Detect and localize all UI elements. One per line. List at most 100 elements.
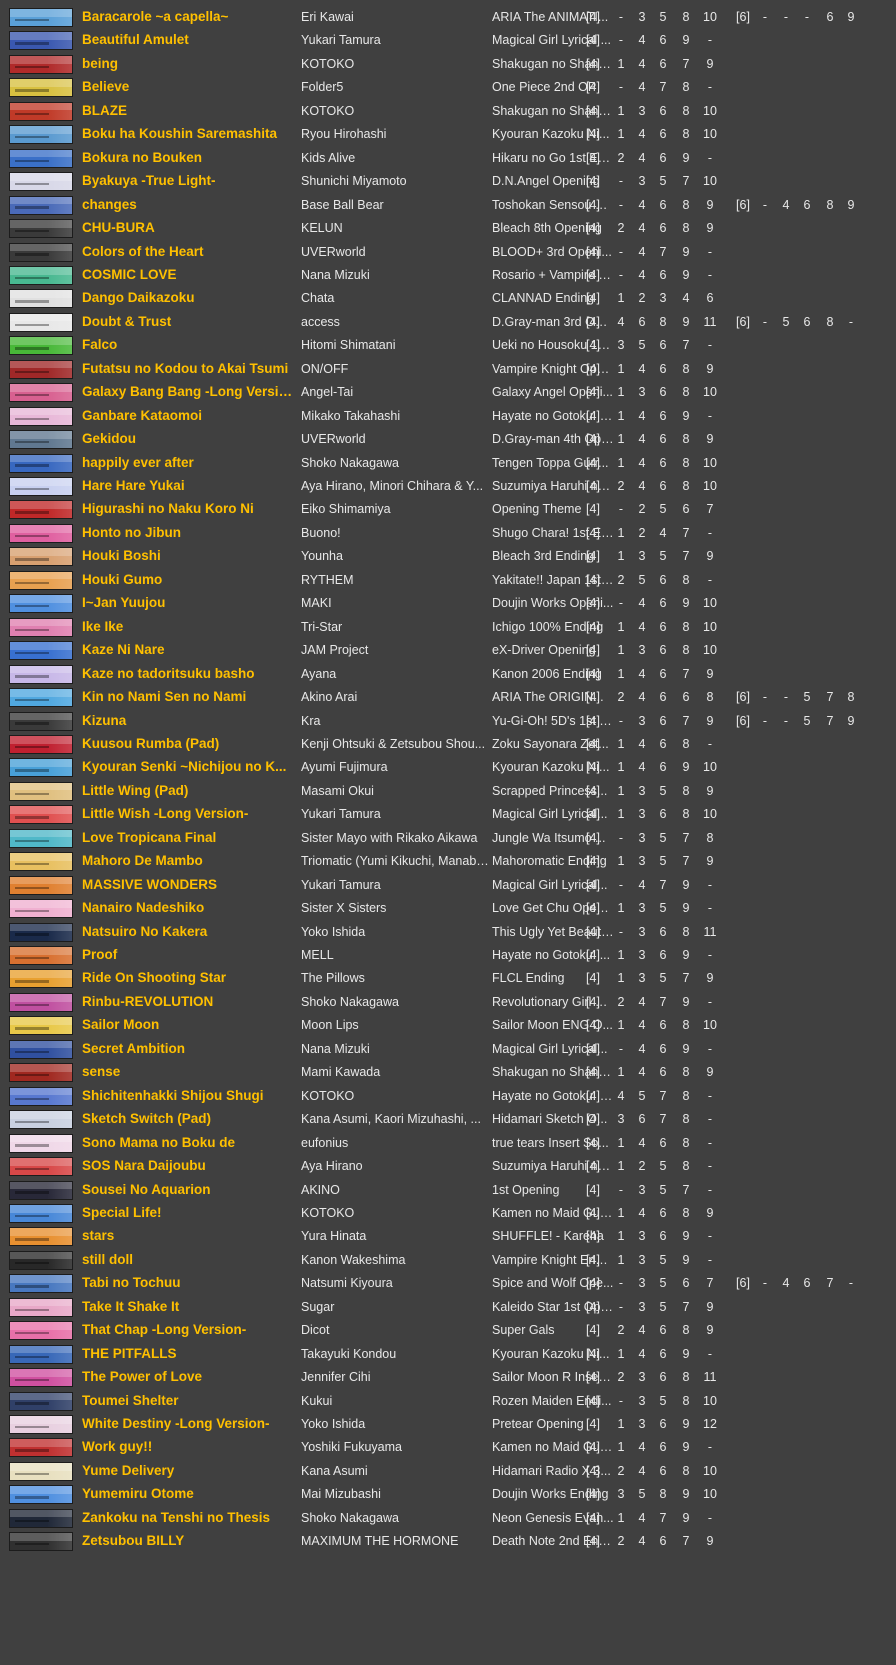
song-row[interactable]: Falco Hitomi Shimatani Ueki no Housoku 1st…: [0, 333, 896, 358]
song-title: Houki Boshi: [82, 548, 161, 564]
difficulty-level-4key: 7: [682, 549, 690, 564]
mode-4-label: [4]: [586, 1510, 600, 1525]
song-row[interactable]: Hare Hare Yukai Aya Hirano, Minori Chihar…: [0, 474, 896, 499]
song-row[interactable]: Kuusou Rumba (Pad) Kenji Ohtsuki & Zetsub…: [0, 732, 896, 757]
song-row[interactable]: changes Base Ball Bear Toshokan Sensou O..…: [0, 193, 896, 218]
song-banner: [9, 477, 73, 496]
difficulty-level-4key: 9: [682, 760, 690, 775]
song-artist: Mai Mizubashi: [301, 1487, 381, 1502]
song-row[interactable]: happily ever after Shoko Nakagawa Tengen T…: [0, 451, 896, 476]
song-row[interactable]: Futatsu no Kodou to Akai Tsumi ON/OFF Vamp…: [0, 357, 896, 382]
song-row[interactable]: stars Yura Hinata SHUFFLE! - Kareha [4] 1 3 6 9…: [0, 1224, 896, 1249]
song-row[interactable]: BLAZE KOTOKO Shakugan no Shana ... [4] 1 3 6 8 1…: [0, 99, 896, 124]
song-row[interactable]: MASSIVE WONDERS Yukari Tamura Magical Girl…: [0, 873, 896, 898]
song-artist: Yoko Ishida: [301, 924, 366, 939]
song-banner: [9, 242, 73, 262]
song-title: Yume Delivery: [82, 1462, 175, 1478]
song-row[interactable]: sense Mami Kawada Shakugan no Shana ... [4]…: [0, 1060, 896, 1085]
song-banner: [9, 1297, 73, 1317]
difficulty-level-4key: 8: [706, 690, 714, 705]
mode-4-label: [4]: [586, 314, 600, 329]
difficulty-level-4key: 5: [659, 783, 667, 798]
song-row[interactable]: I~Jan Yuujou MAKI Doujin Works Openi... [4]…: [0, 591, 896, 616]
song-banner: [9, 688, 73, 708]
song-row[interactable]: Sousei No Aquarion AKINO 1st Opening [4] -3 5…: [0, 1178, 896, 1203]
song-row[interactable]: Kin no Nami Sen no Nami Akino Arai ARIA Th…: [0, 685, 896, 710]
song-row[interactable]: Sono Mama no Boku de eufonius true tears I…: [0, 1131, 896, 1156]
song-row[interactable]: Yume Delivery Kana Asumi Hidamari Radio X …: [0, 1459, 896, 1484]
song-row[interactable]: Proof MELL Hayate no Gotoku! ... [4] 1 3 6 9-: [0, 943, 896, 968]
song-row[interactable]: Higurashi no Naku Koro Ni Eiko Shimamiya O…: [0, 497, 896, 522]
song-row[interactable]: Sketch Switch (Pad) Kana Asumi, Kaori Miz…: [0, 1107, 896, 1132]
song-row[interactable]: Toumei Shelter Kukui Rozen Maiden Endi...[…: [0, 1389, 896, 1414]
song-row[interactable]: Kaze Ni Nare JAM Project eX-Driver Opening…: [0, 638, 896, 663]
difficulty-level-4key: 6: [659, 1417, 667, 1431]
song-row[interactable]: Ganbare Kataomoi Mikako Takahashi Hayate n…: [0, 404, 896, 429]
song-row[interactable]: Kizuna Kra Yu-Gi-Oh! 5D's 1st O... [4] -3 6 7 9…: [0, 709, 896, 734]
song-artist: MELL: [301, 948, 334, 962]
song-row[interactable]: Boku ha Koushin Saremashita Ryou Hirohash…: [0, 122, 896, 147]
song-row[interactable]: Doubt & Trust access D.Gray-man 3rd Ope...…: [0, 310, 896, 335]
song-row[interactable]: Colors of the Heart UVERworld BLOOD+ 3rd O…: [0, 240, 896, 265]
song-row[interactable]: Yumemiru Otome Mai Mizubashi Doujin Works …: [0, 1482, 896, 1507]
song-row[interactable]: being KOTOKO Shakugan no Shana... [4] 1 4 6 7 9: [0, 52, 896, 77]
song-row[interactable]: Little Wish -Long Version- Yukari Tamura M…: [0, 802, 896, 827]
difficulty-level-4key: 7: [682, 338, 690, 353]
song-row[interactable]: COSMIC LOVE Nana Mizuki Rosario + Vampire …: [0, 263, 896, 288]
song-row[interactable]: Honto no Jibun Buono! Shugo Chara! 1st En.…: [0, 521, 896, 546]
song-artist: Yoko Ishida: [301, 1417, 366, 1431]
difficulty-level-4key: 7: [659, 994, 667, 1009]
song-row[interactable]: Secret Ambition Nana Mizuki Magical Girl L…: [0, 1037, 896, 1062]
song-row[interactable]: Believe Folder5 One Piece 2nd OP [4] -4 7 8-: [0, 75, 896, 100]
song-row[interactable]: SOS Nara Daijoubu Aya Hirano Suzumiya Haru…: [0, 1154, 896, 1179]
song-row[interactable]: White Destiny -Long Version- Yoko Ishida P…: [0, 1412, 896, 1437]
song-row[interactable]: Zetsubou BILLY MAXIMUM THE HORMONE Death N…: [0, 1529, 896, 1554]
song-row[interactable]: Gekidou UVERworld D.Gray-man 4th Ope... [4]…: [0, 427, 896, 452]
song-row[interactable]: Houki Boshi Younha Bleach 3rd Ending [4] 1 3 5…: [0, 544, 896, 569]
song-row[interactable]: Shichitenhakki Shijou Shugi KOTOKO Hayate …: [0, 1084, 896, 1109]
song-row[interactable]: Nanairo Nadeshiko Sister X Sisters Love Ge…: [0, 896, 896, 921]
song-title: Byakuya -True Light-: [82, 173, 216, 189]
song-row[interactable]: Special Life! KOTOKO Kamen no Maid Guy...[…: [0, 1201, 896, 1226]
song-row[interactable]: Little Wing (Pad) Masami Okui Scrapped Pri…: [0, 779, 896, 804]
song-row[interactable]: THE PITFALLS Takayuki Kondou Kyouran Kazok…: [0, 1342, 896, 1367]
song-row[interactable]: CHU-BURA KELUN Bleach 8th Opening [4] 2 4 6 8 9: [0, 216, 896, 241]
song-artist: Eiko Shimamiya: [301, 502, 391, 517]
difficulty-level-6key: 8: [847, 690, 855, 705]
mode-4-label: [4]: [586, 408, 600, 423]
difficulty-level-4key: 8: [682, 479, 690, 493]
song-row[interactable]: Mahoro De Mambo Triomatic (Yumi Kikuchi, …: [0, 849, 896, 874]
difficulty-level-4key: 8: [682, 1323, 690, 1338]
song-artist: Natsumi Kiyoura: [301, 1276, 393, 1291]
difficulty-level-4key: 6: [659, 455, 667, 470]
song-row[interactable]: Take It Shake It Sugar Kaleido Star 1st Op…: [0, 1295, 896, 1320]
mode-4-label: [4]: [586, 80, 600, 95]
song-row[interactable]: Ike Ike Tri-Star Ichigo 100% Ending [4] 1 4 6 8…: [0, 615, 896, 640]
mode-4-label: [4]: [586, 1159, 600, 1174]
song-row[interactable]: That Chap -Long Version- Dicot Super Gals[…: [0, 1318, 896, 1343]
song-row[interactable]: Dango Daikazoku Chata CLANNAD Ending [4] 1 2 3…: [0, 286, 896, 311]
song-row[interactable]: Zankoku na Tenshi no Thesis Shoko Nakagaw…: [0, 1506, 896, 1531]
song-row[interactable]: The Power of Love Jennifer Cihi Sailor Moo…: [0, 1365, 896, 1390]
difficulty-level-4key: -: [707, 338, 713, 353]
song-row[interactable]: Bokura no Bouken Kids Alive Hikaru no Go 1…: [0, 146, 896, 171]
song-banner: [9, 805, 73, 825]
song-row[interactable]: Ride On Shooting Star The Pillows FLCL End…: [0, 966, 896, 991]
song-row[interactable]: Rinbu-REVOLUTION Shoko Nakagawa Revolution…: [0, 990, 896, 1015]
song-row[interactable]: still doll Kanon Wakeshima Vampire Knight …: [0, 1248, 896, 1273]
song-row[interactable]: Baracarole ~a capella~ Eri Kawai ARIA The …: [0, 5, 896, 30]
song-row[interactable]: Tabi no Tochuu Natsumi Kiyoura Spice and W…: [0, 1271, 896, 1296]
song-row[interactable]: Sailor Moon Moon Lips Sailor Moon ENG O...…: [0, 1013, 896, 1038]
song-row[interactable]: Byakuya -True Light- Shunichi Miyamoto D.N…: [0, 169, 896, 194]
song-banner: [9, 336, 73, 356]
song-row[interactable]: Love Tropicana Final Sister Mayo with Rik…: [0, 826, 896, 851]
song-row[interactable]: Kaze no tadoritsuku basho Ayana Kanon 2006…: [0, 662, 896, 687]
difficulty-level-4key: 7: [659, 877, 667, 892]
song-row[interactable]: Natsuiro No Kakera Yoko Ishida This Ugly Y…: [0, 920, 896, 945]
song-row[interactable]: Kyouran Senki ~Nichijou no K... Ayumi Fuj…: [0, 755, 896, 780]
difficulty-level-4key: 6: [659, 361, 667, 376]
song-row[interactable]: Work guy!! Yoshiki Fukuyama Kamen no Maid …: [0, 1435, 896, 1460]
song-row[interactable]: Galaxy Bang Bang -Long Versio... Angel-Ta…: [0, 380, 896, 405]
song-row[interactable]: Houki Gumo RYTHEM Yakitate!! Japan 1st ...…: [0, 568, 896, 593]
song-row[interactable]: Beautiful Amulet Yukari Tamura Magical Gir…: [0, 28, 896, 53]
